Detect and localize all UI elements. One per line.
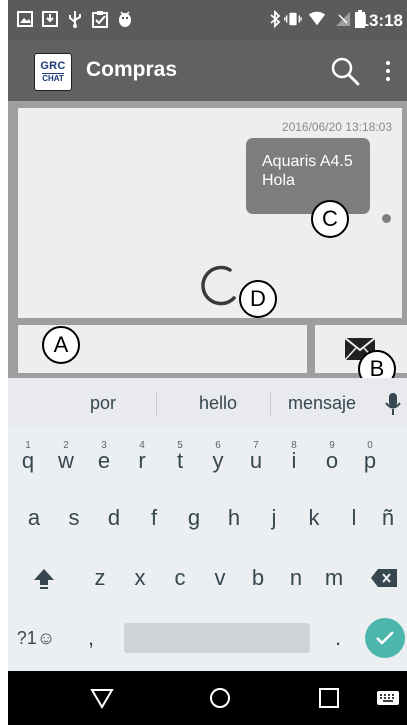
key-v[interactable]: v <box>200 558 240 598</box>
message-line-1: Aquaris A4.5 <box>262 153 353 170</box>
bluetooth-icon <box>266 10 284 28</box>
microphone-icon[interactable] <box>384 392 402 416</box>
app-title: Compras <box>86 58 178 81</box>
suggestion-strip: por hello mensaje <box>8 378 407 428</box>
usb-icon <box>66 10 84 28</box>
message-date: 2016/06/20 13:18:03 <box>281 120 392 134</box>
period-key[interactable]: . <box>323 618 353 658</box>
suggestion-hello[interactable]: hello <box>168 378 268 428</box>
phone-screen: 13:18 GRC CHAT Compras 2016/06/20 13:18:… <box>8 0 407 725</box>
logo-text-bottom: CHAT <box>42 73 64 83</box>
clipboard-icon <box>91 10 109 28</box>
symbols-key[interactable]: ?1☺ <box>10 618 62 658</box>
overflow-menu-icon[interactable] <box>382 58 394 84</box>
key-r[interactable]: 4r <box>123 436 161 478</box>
navigation-bar <box>8 671 407 725</box>
back-icon[interactable] <box>90 686 114 710</box>
checkmark-icon <box>376 631 394 645</box>
key-f[interactable]: f <box>134 498 174 538</box>
key-d[interactable]: d <box>94 498 134 538</box>
key-z[interactable]: z <box>80 558 120 598</box>
vibrate-icon <box>284 10 302 28</box>
message-line-2: Hola <box>262 172 295 189</box>
key-g[interactable]: g <box>174 498 214 538</box>
key-l[interactable]: l <box>334 498 374 538</box>
key-p[interactable]: 0p <box>351 436 389 478</box>
keyboard-switch-icon[interactable] <box>376 686 400 710</box>
key-j[interactable]: j <box>254 498 294 538</box>
android-debug-icon <box>116 10 134 28</box>
annotation-d: D <box>239 280 277 318</box>
backspace-key[interactable] <box>364 558 404 598</box>
status-bar: 13:18 <box>8 0 407 40</box>
download-icon <box>41 10 59 28</box>
key-o[interactable]: 9o <box>313 436 351 478</box>
key-t[interactable]: 5t <box>161 436 199 478</box>
search-icon[interactable] <box>330 56 360 86</box>
status-time: 13:18 <box>359 11 403 30</box>
key-c[interactable]: c <box>160 558 200 598</box>
annotation-a: A <box>42 326 80 364</box>
shift-key[interactable] <box>24 558 64 598</box>
key-u[interactable]: 7u <box>237 436 275 478</box>
loading-spinner-icon <box>201 265 236 306</box>
key-y[interactable]: 6y <box>199 436 237 478</box>
key-a[interactable]: a <box>14 498 54 538</box>
bubble-tail <box>382 214 391 223</box>
image-notification-icon <box>16 10 34 28</box>
space-bar[interactable] <box>124 623 310 653</box>
suggestion-mensaje[interactable]: mensaje <box>272 378 372 428</box>
key-s[interactable]: s <box>54 498 94 538</box>
enter-key[interactable] <box>365 618 405 658</box>
key-m[interactable]: m <box>314 558 354 598</box>
key-i[interactable]: 8i <box>275 436 313 478</box>
key-h[interactable]: h <box>214 498 254 538</box>
recents-icon[interactable] <box>317 686 341 710</box>
app-logo: GRC CHAT <box>34 53 72 91</box>
wifi-icon <box>308 10 326 28</box>
soft-keyboard: por hello mensaje 1q 2w 3e 4r 5t 6y 7u 8… <box>8 378 407 671</box>
key-e[interactable]: 3e <box>85 436 123 478</box>
key-b[interactable]: b <box>238 558 278 598</box>
shift-icon <box>34 569 54 589</box>
comma-key[interactable]: , <box>76 618 106 658</box>
key-x[interactable]: x <box>120 558 160 598</box>
suggestion-por[interactable]: por <box>58 378 148 428</box>
annotation-c: C <box>311 200 349 238</box>
message-bubble[interactable]: Aquaris A4.5 Hola <box>246 138 370 214</box>
logo-text-top: GRC <box>40 60 66 72</box>
no-signal-icon <box>334 10 352 28</box>
key-k[interactable]: k <box>294 498 334 538</box>
key-q[interactable]: 1q <box>9 436 47 478</box>
key-n-tilde[interactable]: ñ <box>370 498 406 538</box>
backspace-icon <box>371 569 397 587</box>
app-bar: GRC CHAT Compras <box>8 40 407 101</box>
home-icon[interactable] <box>208 686 232 710</box>
key-n[interactable]: n <box>276 558 316 598</box>
key-w[interactable]: 2w <box>47 436 85 478</box>
